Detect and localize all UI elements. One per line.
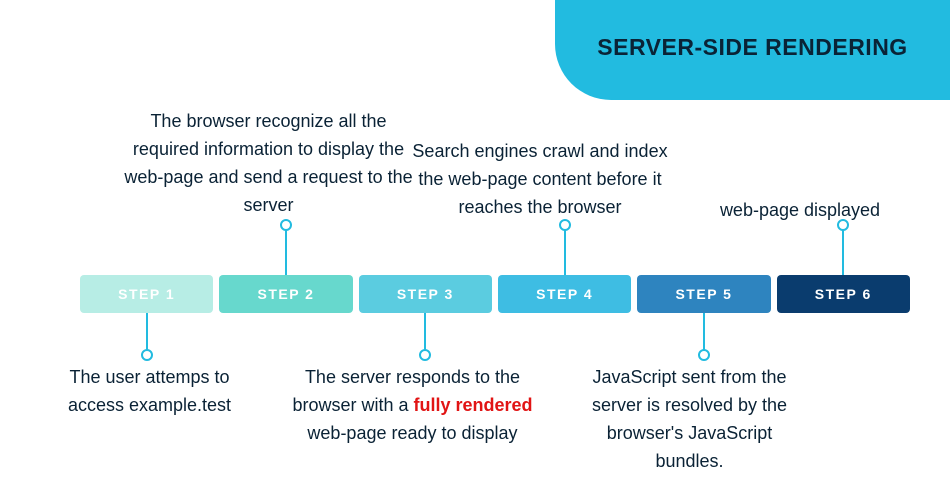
connector-1 (146, 313, 148, 355)
caption-text-after: web-page ready to display (307, 423, 517, 443)
caption-text: The browser recognize all the required i… (124, 111, 412, 215)
step-caption-1: The user attemps to access example.test (42, 364, 257, 420)
connector-dot (141, 349, 153, 361)
step-brick-1: STEP 1 (80, 275, 213, 313)
step-caption-4: Search engines crawl and index the web-p… (400, 138, 680, 222)
step-brick-3: STEP 3 (359, 275, 492, 313)
caption-text: web-page displayed (720, 200, 880, 220)
step-brick-4: STEP 4 (498, 275, 631, 313)
connector-6 (842, 225, 844, 275)
connector-3 (424, 313, 426, 355)
connector-5 (703, 313, 705, 355)
caption-text: The user attemps to access example.test (68, 367, 231, 415)
step-brick-6: STEP 6 (777, 275, 910, 313)
timeline-row: STEP 1 STEP 2 STEP 3 STEP 4 STEP 5 STEP 6 (80, 275, 910, 313)
step-label: STEP 5 (675, 286, 732, 302)
title-banner: SERVER-SIDE RENDERING (555, 0, 950, 100)
connector-dot (698, 349, 710, 361)
caption-highlight: fully rendered (414, 395, 533, 415)
step-label: STEP 2 (257, 286, 314, 302)
step-brick-5: STEP 5 (637, 275, 770, 313)
step-label: STEP 1 (118, 286, 175, 302)
step-caption-3: The server responds to the browser with … (275, 364, 550, 448)
connector-4 (564, 225, 566, 275)
step-caption-2: The browser recognize all the required i… (116, 108, 421, 220)
step-brick-2: STEP 2 (219, 275, 352, 313)
step-label: STEP 3 (397, 286, 454, 302)
connector-2 (285, 225, 287, 275)
connector-dot (280, 219, 292, 231)
step-label: STEP 6 (815, 286, 872, 302)
caption-text: Search engines crawl and index the web-p… (412, 141, 667, 217)
connector-dot (419, 349, 431, 361)
step-caption-6: web-page displayed (700, 197, 900, 225)
page-title: SERVER-SIDE RENDERING (597, 34, 907, 61)
step-caption-5: JavaScript sent from the server is resol… (572, 364, 807, 476)
caption-text: JavaScript sent from the server is resol… (592, 367, 787, 471)
step-label: STEP 4 (536, 286, 593, 302)
